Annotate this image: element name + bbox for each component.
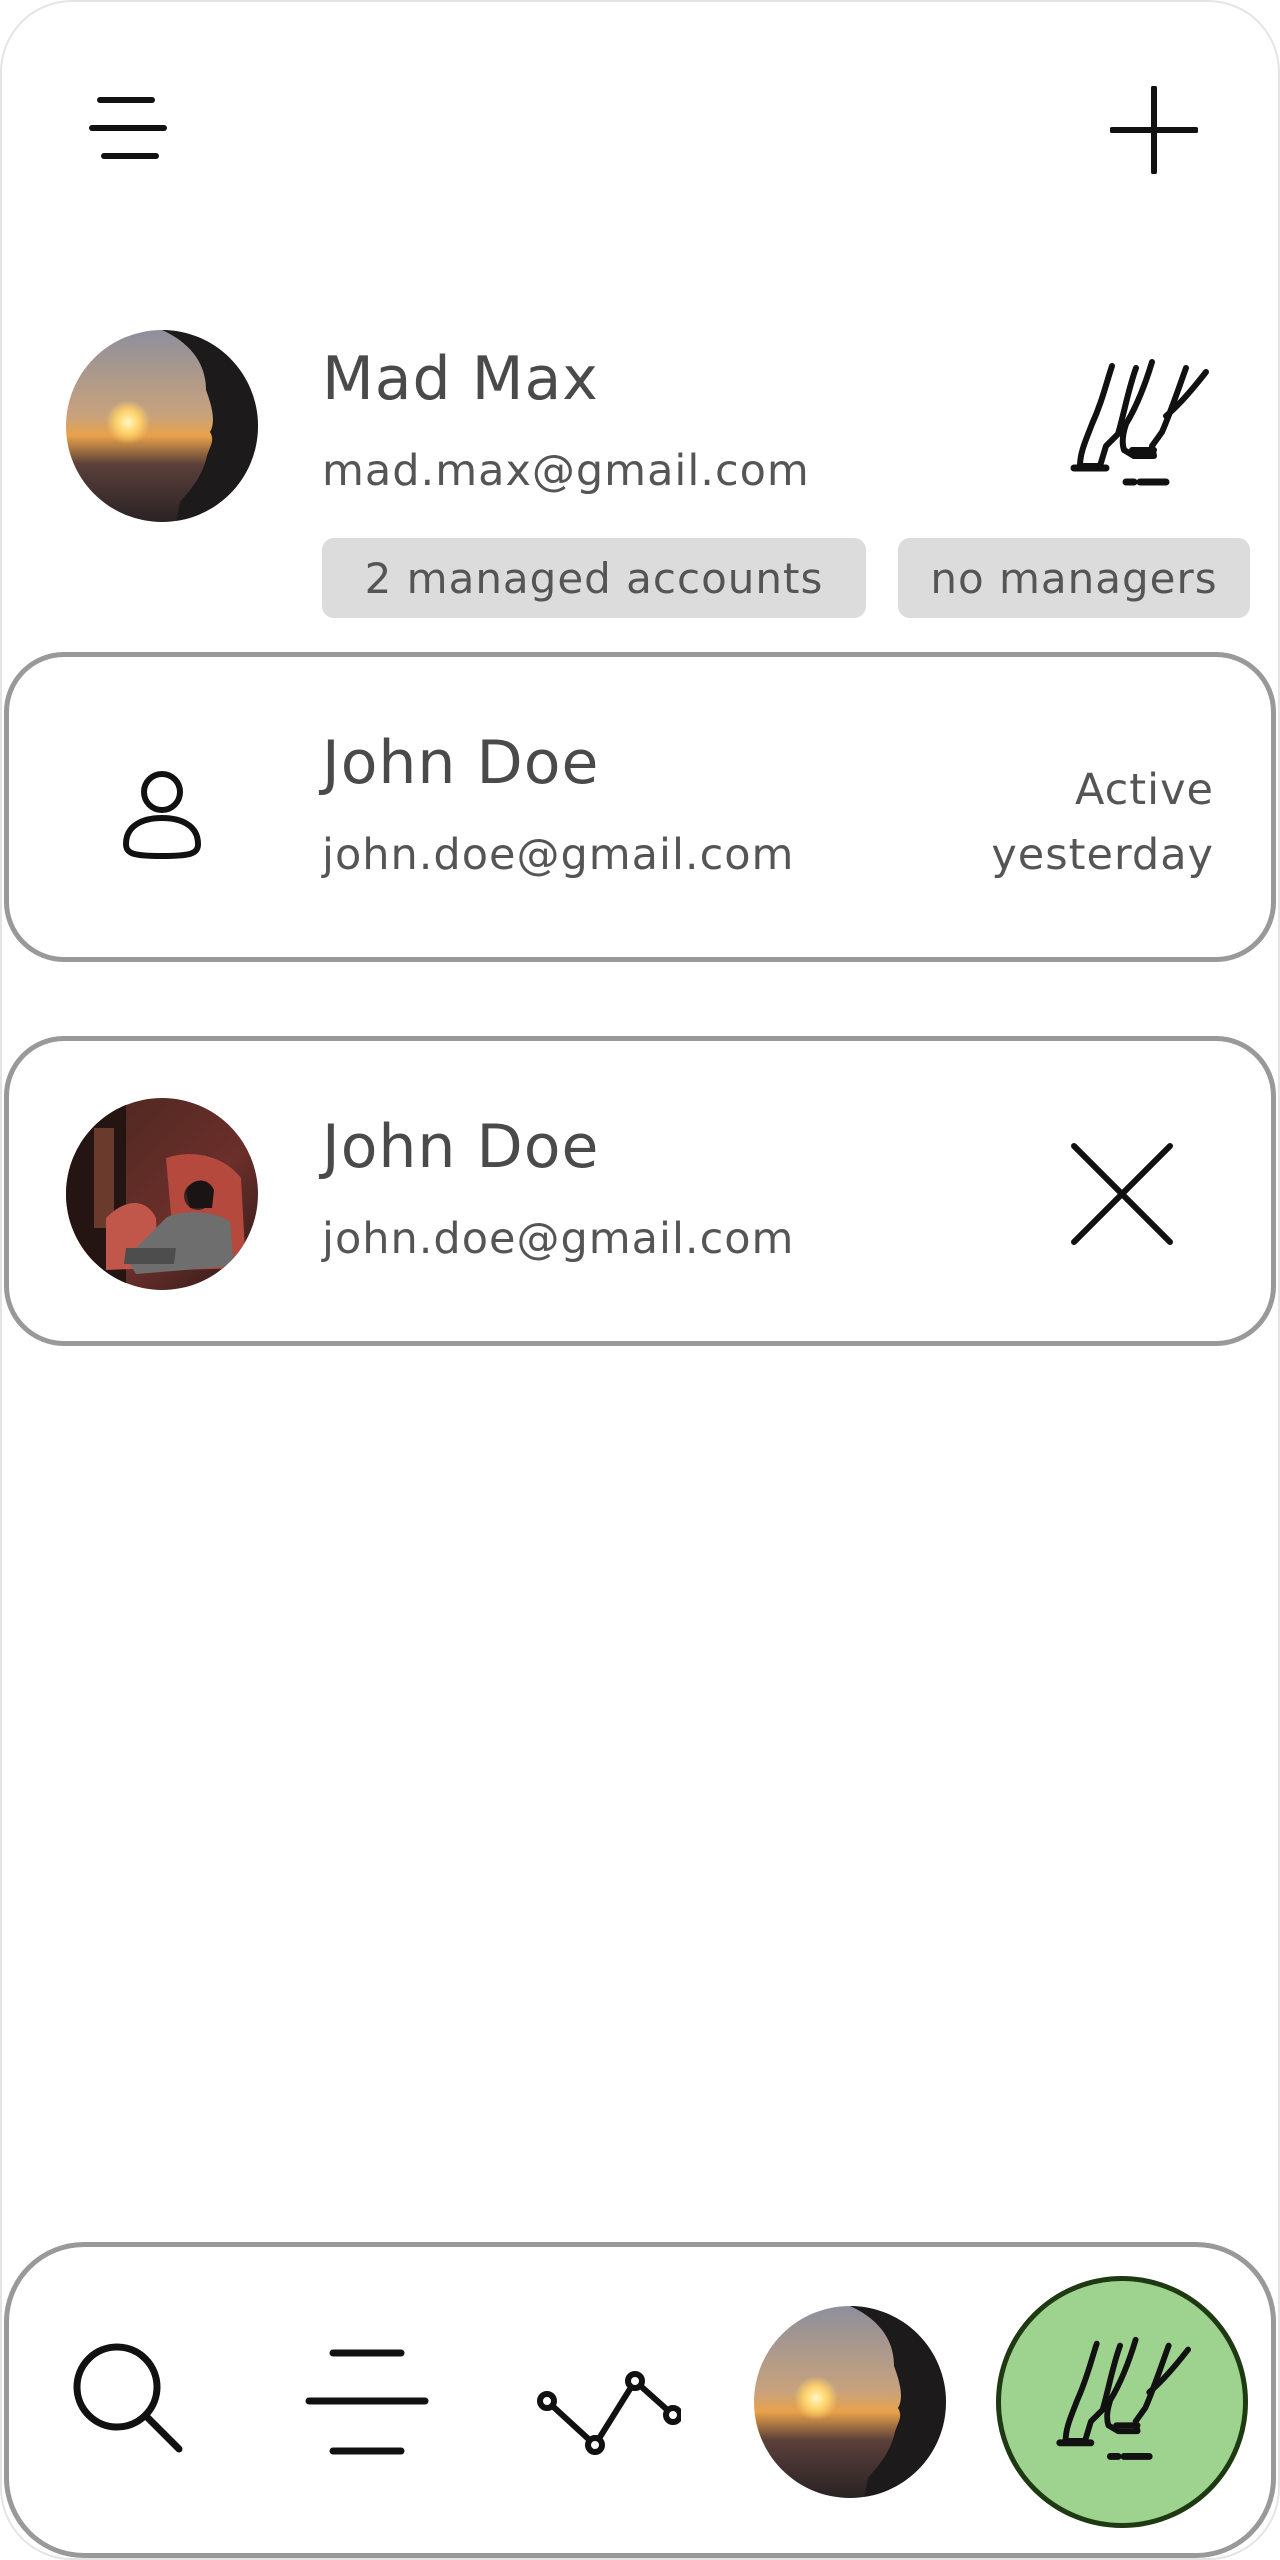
status-line-1: Active xyxy=(1074,765,1214,815)
status-line-2: yesterday xyxy=(991,830,1214,880)
nav-profile-avatar[interactable] xyxy=(754,2306,946,2498)
account-name: John Doe xyxy=(322,1112,600,1182)
person-icon xyxy=(120,770,204,860)
app-screen: Mad Max mad.max@gmail.com 2 managed acco… xyxy=(0,0,1280,2560)
no-managers-chip[interactable]: no managers xyxy=(898,538,1250,618)
nav-list[interactable] xyxy=(302,2342,432,2462)
nav-search[interactable] xyxy=(62,2332,192,2462)
nav-manager-button[interactable] xyxy=(996,2276,1248,2528)
menu-icon[interactable] xyxy=(86,94,170,166)
manager-role-icon xyxy=(1066,354,1210,498)
activity-chart-icon xyxy=(537,2371,681,2455)
account-status: Active yesterday xyxy=(991,758,1214,888)
account-avatar xyxy=(66,1098,258,1290)
add-icon[interactable] xyxy=(1109,85,1199,175)
menu-lines-icon xyxy=(305,2349,429,2455)
close-icon[interactable] xyxy=(1070,1142,1174,1246)
current-user-email: mad.max@gmail.com xyxy=(322,446,810,496)
manager-legs-icon xyxy=(1056,2336,1192,2460)
nav-activity[interactable] xyxy=(534,2352,684,2462)
current-user-name: Mad Max xyxy=(322,344,599,414)
search-icon xyxy=(73,2343,183,2453)
account-email: john.doe@gmail.com xyxy=(322,1214,795,1264)
current-user-avatar[interactable] xyxy=(66,330,258,522)
managed-accounts-chip[interactable]: 2 managed accounts xyxy=(322,538,866,618)
account-name: John Doe xyxy=(322,728,600,798)
account-email: john.doe@gmail.com xyxy=(322,830,795,880)
